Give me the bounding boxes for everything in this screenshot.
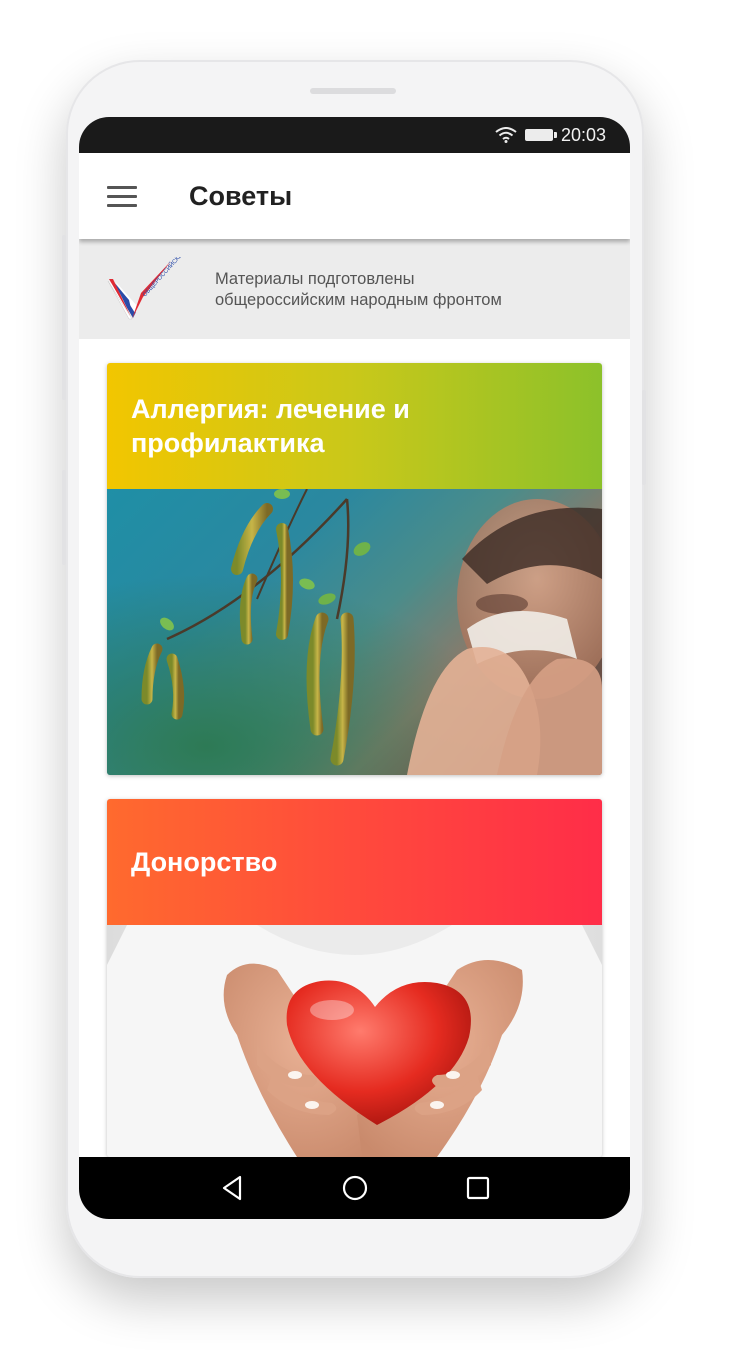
banner-text-line1: Материалы подготовлены	[215, 270, 415, 288]
allergy-photo	[107, 489, 602, 775]
info-banner: ОБЩЕРОССИЙСКИЙ НАРОДНЫЙ ФРОНТ Материалы …	[79, 204, 630, 339]
banner-text-line2: общероссийским народным фронтом	[215, 291, 502, 309]
onf-logo: ОБЩЕРОССИЙСКИЙ НАРОДНЫЙ ФРОНТ	[105, 204, 227, 328]
back-icon[interactable]	[220, 1173, 244, 1208]
home-icon[interactable]	[341, 1173, 369, 1208]
card-title: Донорство	[131, 847, 278, 877]
power-button	[642, 390, 646, 485]
navigation-bar	[79, 1157, 630, 1219]
svg-text:ОБЩЕРОССИЙСКИЙ НАРОДНЫЙ ФРОНТ: ОБЩЕРОССИЙСКИЙ НАРОДНЫЙ ФРОНТ	[141, 257, 181, 298]
side-button	[62, 470, 66, 565]
status-bar: 20:03	[79, 117, 630, 153]
volume-button	[62, 235, 66, 400]
status-time: 20:03	[561, 125, 607, 145]
app-bar: Советы	[79, 153, 630, 239]
menu-icon[interactable]	[107, 186, 137, 208]
page-title: Советы	[189, 181, 293, 211]
wifi-icon	[495, 127, 517, 148]
card-header: Аллергия: лечение и профилактика	[107, 363, 602, 489]
banner-text: Материалы подготовлены общероссийским на…	[215, 269, 502, 311]
donation-photo	[107, 925, 602, 1157]
card-donation[interactable]: Донорство	[107, 799, 602, 1157]
card-allergy[interactable]: Аллергия: лечение и профилактика	[107, 363, 602, 775]
battery-icon	[525, 129, 557, 141]
card-title: Аллергия: лечение и профилактика	[131, 394, 410, 458]
phone-screen: 20:03 Советы ОБЩЕРОССИЙСКИЙ НАРОДНЫЙ ФРО…	[79, 117, 630, 1219]
recents-icon[interactable]	[466, 1173, 490, 1208]
earpiece-speaker	[310, 88, 396, 94]
card-header: Донорство	[107, 799, 602, 925]
